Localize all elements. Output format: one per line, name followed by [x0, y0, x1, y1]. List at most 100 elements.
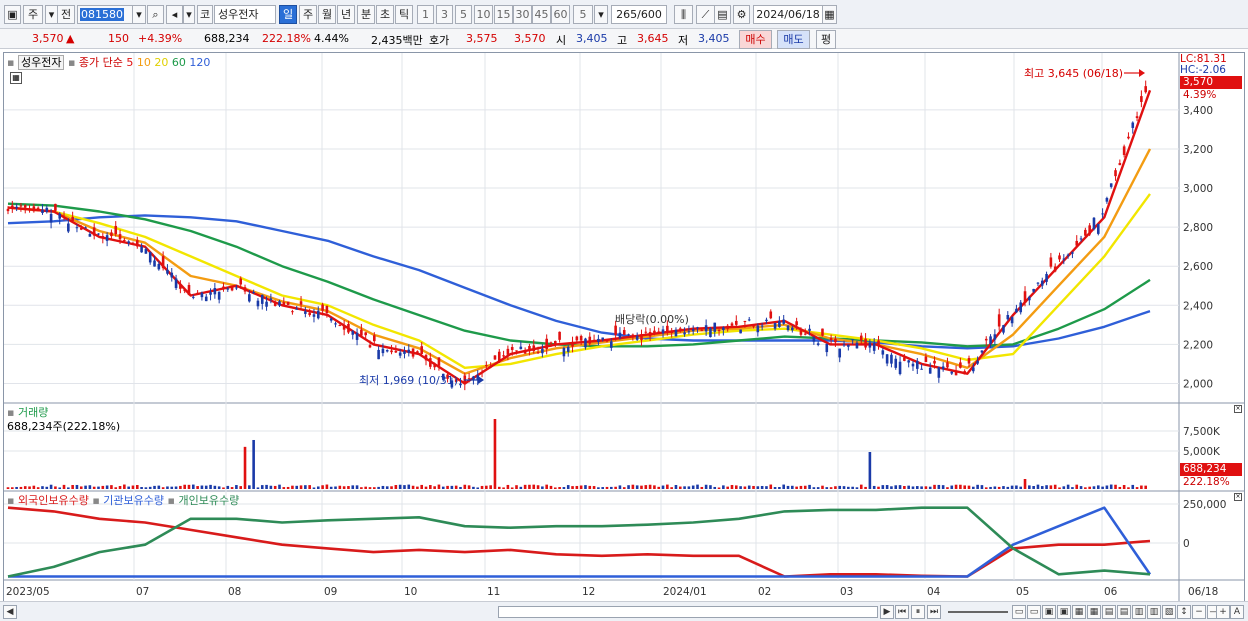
count-field[interactable]: 265/600 — [611, 5, 667, 24]
ma-label[interactable]: 종가 단순 — [79, 56, 123, 69]
tab-period-year[interactable]: 년 — [337, 5, 355, 24]
interval-chevron-icon[interactable]: ▾ — [594, 5, 608, 24]
volume-bar — [717, 487, 721, 489]
view-icon-5[interactable]: ▦ — [1072, 605, 1086, 619]
y-tick-label: 3,400 — [1183, 105, 1213, 117]
candle-body — [6, 208, 10, 212]
view-icon-11[interactable]: ▧ — [1162, 605, 1176, 619]
view-icon-9[interactable]: ▥ — [1132, 605, 1146, 619]
stock-label[interactable]: 성우전자 — [17, 55, 65, 70]
calculator-icon[interactable]: ▦ — [10, 72, 22, 84]
volume-bar — [825, 487, 829, 489]
volume-bar — [515, 485, 518, 489]
view-icon-4[interactable]: ▣ — [1057, 605, 1071, 619]
scroll-thumb[interactable] — [498, 606, 878, 618]
interval-button-45[interactable]: 45 — [532, 5, 551, 24]
volume-bar — [635, 485, 639, 489]
gear-icon[interactable]: ⚙ — [733, 5, 750, 24]
last-page-icon[interactable]: ⏭ — [927, 605, 941, 619]
candle-body — [756, 325, 760, 333]
volume-bar — [618, 485, 622, 489]
chart-scrollbar[interactable]: ◀ ▶ ⏮ ⏸ ⏭ ▭ ▭ ▣ ▣ ▦ ▦ ▤ ▤ ▥ ▥ ▧ ↕ − — + … — [0, 601, 1248, 621]
eval-button[interactable]: 평 — [816, 30, 836, 49]
volume-bar — [235, 485, 238, 489]
ma-period-5: 5 — [126, 56, 134, 69]
first-page-icon[interactable]: ⏮ — [895, 605, 909, 619]
interval-button-30[interactable]: 30 — [513, 5, 532, 24]
close-holding-icon[interactable]: × — [1234, 493, 1242, 501]
volume-bar — [463, 484, 467, 489]
code-input[interactable]: 081580 — [77, 5, 139, 24]
volume-bar — [734, 485, 738, 489]
stock-name-field[interactable]: 성우전자 — [214, 5, 276, 24]
tab-period-minute[interactable]: 분 — [357, 5, 375, 24]
view-icon-8[interactable]: ▤ — [1117, 605, 1131, 619]
view-icon-10[interactable]: ▥ — [1147, 605, 1161, 619]
chart-area[interactable]: 2023/05 07 08 09 10 11 12 2024/01 02 03 04 05 06 06/1… — [3, 52, 1245, 602]
prev-button[interactable]: 전 — [57, 5, 75, 24]
interval-select[interactable]: 5 — [573, 5, 593, 24]
x-tick-label: 2023/05 — [6, 586, 50, 598]
candle-icon[interactable]: ⫼ — [674, 5, 693, 24]
market-button[interactable]: 코 — [197, 5, 213, 24]
calendar-icon[interactable]: ▦ — [822, 5, 837, 24]
candle-body — [515, 350, 518, 352]
candle-body — [123, 239, 126, 241]
interval-button-3[interactable]: 3 — [436, 5, 453, 24]
scroll-right-icon[interactable]: ▶ — [880, 605, 894, 619]
legend-dot-icon: ▪ — [92, 494, 100, 507]
interval-button-1[interactable]: 1 — [417, 5, 434, 24]
candle-body — [321, 304, 324, 311]
date-field[interactable]: 2024/06/18 — [753, 5, 823, 24]
volume-bar — [304, 485, 307, 489]
speaker-chevron-icon[interactable]: ▾ — [183, 5, 195, 24]
interval-button-10[interactable]: 10 — [474, 5, 493, 24]
font-size-icon[interactable]: A — [1230, 605, 1244, 619]
view-icon-2[interactable]: ▭ — [1027, 605, 1041, 619]
candle-body — [1084, 229, 1087, 236]
view-icon-6[interactable]: ▦ — [1087, 605, 1101, 619]
volume-bar — [308, 485, 311, 489]
search-icon[interactable]: ⌕ — [147, 5, 164, 24]
mode-select[interactable]: 주 — [23, 5, 43, 24]
buy-button[interactable]: 매수 — [739, 30, 772, 49]
sell-button[interactable]: 매도 — [777, 30, 810, 49]
interval-button-60[interactable]: 60 — [551, 5, 570, 24]
volume-bar — [312, 487, 316, 489]
view-icon-1[interactable]: ▭ — [1012, 605, 1026, 619]
volume-bar — [915, 486, 919, 489]
zoom-out-icon[interactable]: − — [1192, 605, 1206, 619]
quote-bar: 3,570 ▲ 150 +4.39% 688,234 222.18% 4.44%… — [0, 29, 1248, 49]
candle-body — [674, 329, 678, 337]
legend-foreign[interactable]: 외국인보유수량 — [18, 494, 89, 507]
zoom-in-icon[interactable]: + — [1216, 605, 1230, 619]
interval-button-5[interactable]: 5 — [455, 5, 472, 24]
candle-body — [691, 329, 695, 332]
candle-body — [1053, 266, 1057, 272]
view-icon-3[interactable]: ▣ — [1042, 605, 1056, 619]
tab-period-month[interactable]: 월 — [318, 5, 336, 24]
candle-body — [135, 240, 139, 247]
scroll-up-icon[interactable]: ↕ — [1177, 605, 1191, 619]
legend-institution[interactable]: 기관보유수량 — [103, 494, 164, 507]
speaker-icon[interactable]: ◂ — [166, 5, 183, 24]
volume-bar — [196, 486, 199, 489]
code-chevron-icon[interactable]: ▾ — [132, 5, 146, 24]
tab-period-week[interactable]: 주 — [299, 5, 317, 24]
close-volume-icon[interactable]: × — [1234, 405, 1242, 413]
zoom-slider[interactable] — [948, 611, 1008, 613]
scroll-left-icon[interactable]: ◀ — [3, 605, 17, 619]
interval-button-15[interactable]: 15 — [494, 5, 513, 24]
tab-period-day[interactable]: 일 — [279, 5, 297, 24]
candle-body — [97, 233, 100, 235]
draw-icon[interactable]: ⟋ — [696, 5, 715, 24]
candle-body — [420, 346, 424, 354]
layout-icon[interactable]: ▣ — [4, 5, 21, 24]
tab-period-second[interactable]: 초 — [376, 5, 394, 24]
view-icon-7[interactable]: ▤ — [1102, 605, 1116, 619]
legend-individual[interactable]: 개인보유수량 — [178, 494, 239, 507]
save-icon[interactable]: ▤ — [714, 5, 731, 24]
pause-icon[interactable]: ⏸ — [911, 605, 925, 619]
tab-period-tick[interactable]: 틱 — [395, 5, 413, 24]
volume-bar — [135, 485, 139, 489]
